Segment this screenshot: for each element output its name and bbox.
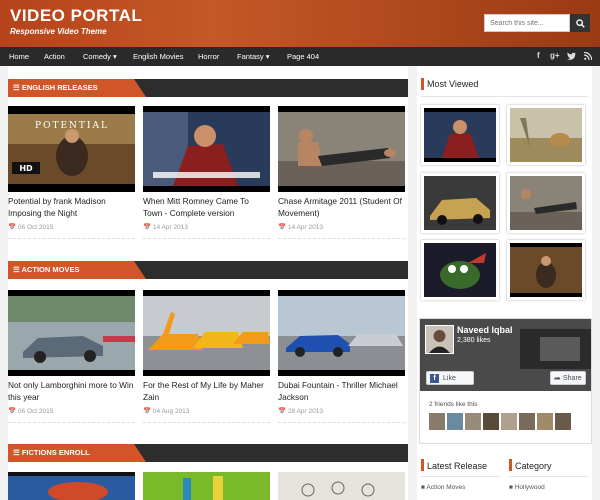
post-title[interactable]: Dubai Fountain - Thriller Michael Jackso… (278, 379, 405, 403)
like-page-button[interactable]: f Like Page (426, 371, 474, 391)
search-button[interactable] (570, 14, 590, 32)
post-title[interactable]: When Mitt Romney Came To Town - Complete… (143, 195, 270, 219)
post-thumbnail[interactable] (143, 106, 270, 192)
most-viewed-thumbnail[interactable] (421, 173, 499, 233)
post-title[interactable]: For the Rest of My Life by Maher Zain (143, 379, 270, 403)
nav-item-comedy[interactable]: Comedy ▾ (83, 47, 117, 66)
section-header-fictions-enroll: ☰ FICTIONS ENROLL (8, 444, 408, 462)
facebook-icon: f (430, 374, 439, 383)
most-viewed-thumbnail[interactable] (507, 173, 585, 233)
facebook-page-widget: Naveed Iqbal 2,380 likes f Like Page ➦ S… (419, 318, 592, 444)
nav-item-horror[interactable]: Horror (198, 47, 219, 66)
post-date: 28 Apr 2013 (287, 408, 323, 415)
friends-like-text: 2 friends like this (429, 401, 478, 408)
share-icon: ➦ (554, 374, 561, 383)
category-link[interactable]: Hollywood (515, 484, 545, 491)
friend-avatars (429, 413, 584, 430)
site-header: VIDEO PORTAL Responsive Video Theme (0, 0, 600, 47)
divider (8, 422, 135, 423)
post-title[interactable]: Not only Lamborghini more to Win this ye… (8, 379, 135, 403)
post-thumbnail[interactable] (8, 290, 135, 376)
post-thumbnail[interactable] (8, 472, 135, 500)
rss-icon[interactable] (584, 52, 592, 60)
share-button[interactable]: ➦ Share (550, 371, 586, 385)
post-date: 06 Oct 2015 (17, 408, 54, 415)
list-icon: ☰ (13, 448, 22, 457)
calendar-icon: 📅 (8, 408, 18, 415)
main-navigation: Home Action Comedy ▾ English Movies Horr… (0, 47, 600, 66)
avatar[interactable] (519, 413, 535, 430)
thumbnail-overlay-text: POTENTIAL (35, 121, 109, 131)
most-viewed-thumbnail[interactable] (507, 240, 585, 300)
post-thumbnail[interactable] (278, 290, 405, 376)
svg-text:HD: HD (19, 164, 33, 173)
post-title[interactable]: Potential by frank Madison Imposing the … (8, 195, 135, 219)
divider (278, 422, 405, 423)
main-content: ☰ ENGLISH RELEASES HD POTENTIAL Potentia… (8, 66, 408, 500)
widget-title-category: Category (515, 461, 552, 471)
avatar[interactable] (483, 413, 499, 430)
latest-release-link[interactable]: Action Moves (426, 484, 465, 491)
post-date: 14 Apr 2013 (287, 224, 323, 231)
list-icon: ☰ (13, 265, 22, 274)
nav-item-home[interactable]: Home (9, 47, 29, 66)
avatar[interactable] (537, 413, 553, 430)
widget-title-latest-release: Latest Release (427, 461, 488, 471)
twitter-icon[interactable] (567, 52, 576, 60)
avatar[interactable] (465, 413, 481, 430)
avatar[interactable] (555, 413, 571, 430)
section-header-action-moves: ☰ ACTION MOVES (8, 261, 408, 279)
most-viewed-thumbnail[interactable] (421, 240, 499, 300)
avatar[interactable] (425, 325, 454, 354)
widget-title-most-viewed: Most Viewed (427, 79, 479, 89)
divider (143, 238, 270, 239)
calendar-icon: 📅 (278, 408, 288, 415)
section-title[interactable]: ENGLISH RELEASES (22, 83, 98, 92)
calendar-icon: 📅 (8, 224, 18, 231)
search-input[interactable] (484, 14, 570, 32)
nav-item-fantasy[interactable]: Fantasy ▾ (237, 47, 270, 66)
calendar-icon: 📅 (278, 224, 288, 231)
nav-item-page-404[interactable]: Page 404 (287, 47, 319, 66)
avatar[interactable] (429, 413, 445, 430)
calendar-icon: 📅 (143, 224, 153, 231)
search-box (484, 14, 590, 32)
post-date: 04 Aug 2013 (152, 408, 190, 415)
nav-item-english-movies[interactable]: English Movies (133, 47, 183, 66)
most-viewed-thumbnail[interactable] (421, 105, 499, 165)
avatar[interactable] (447, 413, 463, 430)
nav-item-action[interactable]: Action (44, 47, 65, 66)
avatar[interactable] (501, 413, 517, 430)
divider (143, 422, 270, 423)
facebook-page-name[interactable]: Naveed Iqbal (457, 325, 513, 335)
divider (8, 238, 135, 239)
facebook-icon[interactable]: f (537, 51, 540, 60)
google-plus-icon[interactable]: g+ (550, 51, 560, 60)
list-icon: ☰ (13, 83, 22, 92)
divider (278, 238, 405, 239)
section-title[interactable]: FICTIONS ENROLL (22, 448, 90, 457)
site-logo[interactable]: VIDEO PORTAL (10, 6, 142, 26)
post-title[interactable]: Chase Armitage 2011 (Student Of Movement… (278, 195, 405, 219)
share-label: Share (563, 375, 582, 382)
section-title[interactable]: ACTION MOVES (22, 265, 80, 274)
post-thumbnail[interactable] (143, 472, 270, 500)
like-page-label: Like Page (443, 375, 459, 391)
post-date: 14 Apr 2013 (152, 224, 188, 231)
calendar-icon: 📅 (143, 408, 153, 415)
post-thumbnail[interactable] (278, 472, 405, 500)
facebook-cover: Naveed Iqbal 2,380 likes f Like Page ➦ S… (420, 319, 591, 391)
post-date: 06 Oct 2015 (17, 224, 54, 231)
site-tagline: Responsive Video Theme (10, 27, 107, 36)
post-thumbnail[interactable]: HD POTENTIAL (8, 106, 135, 192)
post-thumbnail[interactable] (278, 106, 405, 192)
facebook-like-count: 2,380 likes (457, 337, 491, 344)
sidebar: Most Viewed Naveed Iqbal 2,380 likes f L… (417, 66, 592, 500)
most-viewed-thumbnail[interactable] (507, 105, 585, 165)
search-icon (575, 18, 585, 28)
section-header-english-releases: ☰ ENGLISH RELEASES (8, 79, 408, 97)
post-thumbnail[interactable] (143, 290, 270, 376)
